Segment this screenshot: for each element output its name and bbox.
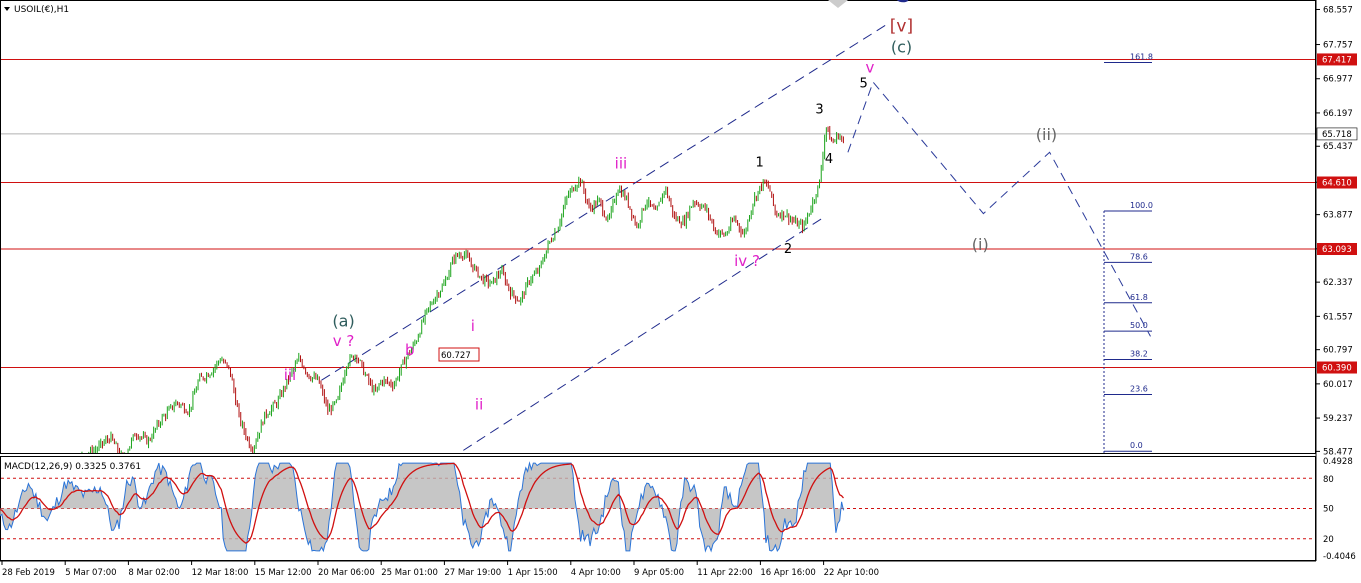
price-tick-label: 62.337 <box>1323 278 1353 288</box>
time-tick-label: 5 Mar 07:00 <box>65 568 116 578</box>
price-tick-label: 61.557 <box>1323 312 1353 322</box>
price-tick-label: 65.437 <box>1323 142 1353 152</box>
wave-label: 1 <box>755 155 763 170</box>
wave-label: v ? <box>333 332 355 350</box>
wave-label: v <box>866 58 875 76</box>
wave-label: iii <box>615 154 628 172</box>
macd-tick-label: 0.4928 <box>1323 457 1353 467</box>
time-tick-label: 4 Apr 10:00 <box>571 568 621 578</box>
price-level-tag-label: 63.093 <box>1322 245 1352 255</box>
wave-label: b <box>405 341 415 359</box>
wave-label: iii <box>284 366 297 384</box>
wave-label: 2 <box>784 242 792 257</box>
price-tick-label: 67.757 <box>1323 41 1353 51</box>
price-chart[interactable]: 161.8 100.0 78.6 61.8 50.0 38.2 23.6 0.0 C [v] (c… <box>0 0 1361 583</box>
time-tick-label: 11 Apr 22:00 <box>697 568 752 578</box>
fib-level-label: 78.6 <box>1130 252 1148 261</box>
price-tick-label: 59.237 <box>1323 414 1353 424</box>
fib-level-label: 38.2 <box>1130 349 1148 358</box>
price-axis: 68.55767.75766.97766.19765.43764.61763.8… <box>1316 5 1358 562</box>
macd-title: MACD(12,26,9) 0.3325 0.3761 <box>4 462 141 472</box>
price-tick-label: 60.797 <box>1323 346 1353 356</box>
wave-label: i <box>471 317 475 335</box>
time-tick-label: 9 Apr 05:00 <box>634 568 684 578</box>
time-tick-label: 1 Apr 15:00 <box>508 568 558 578</box>
price-level-tag-label: 64.610 <box>1322 179 1352 189</box>
fib-level-label: 50.0 <box>1130 321 1148 330</box>
wave-label: C <box>893 0 909 8</box>
fib-level-label: 61.8 <box>1130 293 1148 302</box>
wave-label: 5 <box>860 76 868 91</box>
wave-label: (a) <box>332 311 354 330</box>
price-tick-label: 68.557 <box>1323 5 1353 15</box>
price-tick-label: 60.017 <box>1323 380 1353 390</box>
price-tick-label: 66.977 <box>1323 75 1353 85</box>
price-tick-label: 66.197 <box>1323 109 1353 119</box>
wave-label: 4 <box>825 152 833 167</box>
price-level-tag-label: 60.390 <box>1322 364 1352 374</box>
symbol-title: USOIL(€),H1 <box>14 5 69 15</box>
time-axis: 28 Feb 2019 5 Mar 07:00 8 Mar 02:00 12 Mar … <box>1 561 879 578</box>
macd-tick-label: 20 <box>1323 535 1334 545</box>
time-tick-label: 28 Feb 2019 <box>2 568 55 578</box>
wave-label: (ii) <box>1036 125 1057 144</box>
wave-label: ii <box>475 396 483 414</box>
time-tick-label: 8 Mar 02:00 <box>128 568 179 578</box>
time-tick-label: 15 Mar 12:00 <box>255 568 312 578</box>
macd-tick-label: 50 <box>1323 505 1334 515</box>
price-level-tag-label: 67.417 <box>1322 55 1352 65</box>
wave-label: [v] <box>890 16 913 36</box>
current-price-label: 65.718 <box>1322 130 1352 140</box>
fib-level-label: 0.0 <box>1130 441 1143 450</box>
fib-level-label: 100.0 <box>1130 201 1153 210</box>
time-tick-label: 12 Mar 18:00 <box>192 568 249 578</box>
time-tick-label: 16 Apr 16:00 <box>760 568 815 578</box>
wave-label: (i) <box>972 235 989 254</box>
macd-tick-label: 80 <box>1323 475 1334 485</box>
time-tick-label: 25 Mar 01:00 <box>381 568 438 578</box>
wave-label: 3 <box>815 103 823 118</box>
price-tag-label: 60.727 <box>441 351 471 361</box>
macd-tick-label: -0.4046 <box>1323 552 1356 562</box>
fib-level-label: 23.6 <box>1130 385 1148 394</box>
wave-label: iv ? <box>734 252 760 270</box>
price-tick-label: 63.877 <box>1323 211 1353 221</box>
time-tick-label: 20 Mar 06:00 <box>318 568 375 578</box>
fib-level-label: 161.8 <box>1130 53 1153 62</box>
time-tick-label: 22 Apr 10:00 <box>824 568 879 578</box>
wave-label: (c) <box>891 38 912 57</box>
price-tick-label: 58.477 <box>1323 447 1353 457</box>
time-tick-label: 27 Mar 19:00 <box>444 568 501 578</box>
